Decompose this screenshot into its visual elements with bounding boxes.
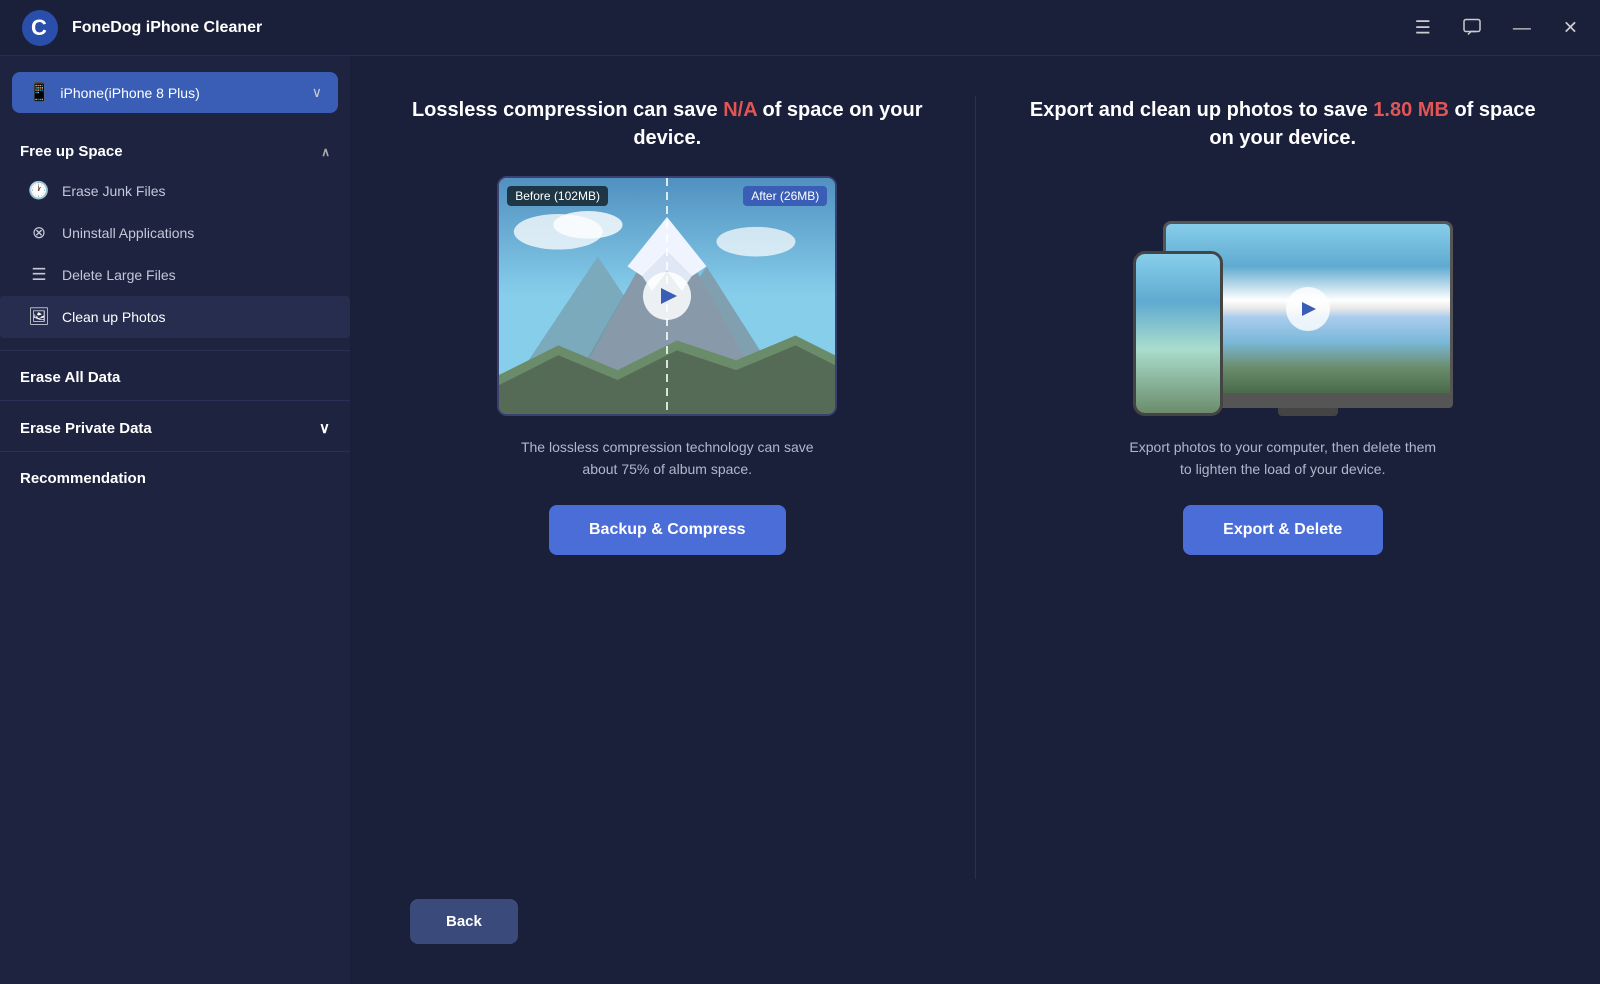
delete-large-label: Delete Large Files: [62, 267, 176, 283]
sidebar: 📱 iPhone(iPhone 8 Plus) ∨ Free up Space …: [0, 56, 350, 984]
sidebar-divider-2: [0, 400, 350, 401]
recommendation-label: Recommendation: [20, 470, 146, 487]
compress-headline-before: Lossless compression can save: [412, 99, 723, 121]
svg-text:C: C: [31, 15, 47, 40]
free-up-space-label: Free up Space: [20, 143, 123, 160]
export-headline: Export and clean up photos to save 1.80 …: [1026, 96, 1541, 152]
chat-button[interactable]: [1457, 13, 1487, 42]
clock-icon: 🕐: [28, 181, 50, 201]
laptop-stand: [1278, 408, 1338, 416]
export-play-button[interactable]: [1286, 287, 1330, 331]
title-bar: C FoneDog iPhone Cleaner ☰ — ✕: [0, 0, 1600, 56]
sidebar-item-erase-junk[interactable]: 🕐 Erase Junk Files: [0, 170, 350, 212]
uninstall-icon: ⊗: [28, 223, 50, 243]
sidebar-item-delete-large[interactable]: ☰ Delete Large Files: [0, 254, 350, 296]
clean-photos-label: Clean up Photos: [62, 309, 166, 325]
device-selector-left: 📱 iPhone(iPhone 8 Plus): [28, 82, 200, 103]
collapse-arrow-icon: ∧: [321, 145, 330, 159]
device-mockup: [1103, 176, 1463, 416]
compress-description: The lossless compression technology can …: [507, 436, 827, 481]
device-name: iPhone(iPhone 8 Plus): [60, 85, 199, 101]
minimize-button[interactable]: —: [1507, 13, 1537, 42]
compress-play-button[interactable]: [643, 272, 691, 320]
free-up-space-header[interactable]: Free up Space ∧: [0, 129, 350, 170]
sidebar-item-uninstall-apps[interactable]: ⊗ Uninstall Applications: [0, 212, 350, 254]
export-delete-button[interactable]: Export & Delete: [1183, 505, 1383, 555]
phone-mockup: [1133, 251, 1223, 416]
after-label: After (26MB): [743, 186, 827, 206]
sidebar-divider-3: [0, 451, 350, 452]
compress-highlight: N/A: [723, 99, 757, 121]
main-content: Lossless compression can save N/A of spa…: [350, 56, 1600, 984]
bottom-bar: Back: [410, 879, 1540, 954]
cards-row: Lossless compression can save N/A of spa…: [410, 96, 1540, 879]
menu-button[interactable]: ☰: [1409, 13, 1437, 42]
app-logo: C: [20, 8, 60, 48]
sidebar-item-clean-photos[interactable]: 🖼 Clean up Photos: [0, 296, 350, 338]
export-description: Export photos to your computer, then del…: [1123, 436, 1443, 481]
erase-private-data-label: Erase Private Data: [20, 420, 152, 437]
app-title: FoneDog iPhone Cleaner: [72, 19, 262, 37]
backup-compress-button[interactable]: Backup & Compress: [549, 505, 786, 555]
sidebar-divider-1: [0, 350, 350, 351]
phone-screen: [1136, 254, 1220, 413]
export-highlight: 1.80 MB: [1373, 99, 1449, 121]
app-body: 📱 iPhone(iPhone 8 Plus) ∨ Free up Space …: [0, 56, 1600, 984]
expand-arrow-icon: ∨: [319, 419, 330, 437]
sidebar-section-free-space: Free up Space ∧ 🕐 Erase Junk Files ⊗ Uni…: [0, 129, 350, 346]
erase-all-data-label: Erase All Data: [20, 369, 120, 386]
before-label: Before (102MB): [507, 186, 608, 206]
chevron-down-icon: ∨: [312, 84, 322, 101]
export-headline-before: Export and clean up photos to save: [1030, 99, 1373, 121]
erase-junk-label: Erase Junk Files: [62, 183, 165, 199]
card-separator: [975, 96, 976, 879]
uninstall-apps-label: Uninstall Applications: [62, 225, 194, 241]
list-icon: ☰: [28, 265, 50, 285]
device-selector[interactable]: 📱 iPhone(iPhone 8 Plus) ∨: [12, 72, 338, 113]
compression-comparison-box: Before (102MB) After (26MB): [497, 176, 837, 416]
phone-icon: 📱: [28, 82, 50, 103]
window-controls: ☰ — ✕: [1409, 13, 1584, 42]
close-button[interactable]: ✕: [1557, 13, 1584, 42]
erase-private-data-section[interactable]: Erase Private Data ∨: [0, 405, 350, 447]
photo-icon: 🖼: [28, 307, 50, 327]
erase-all-data-section[interactable]: Erase All Data: [0, 355, 350, 396]
back-button[interactable]: Back: [410, 899, 518, 944]
compress-card: Lossless compression can save N/A of spa…: [410, 96, 925, 879]
recommendation-section[interactable]: Recommendation: [0, 456, 350, 497]
export-card: Export and clean up photos to save 1.80 …: [1026, 96, 1541, 879]
compress-headline: Lossless compression can save N/A of spa…: [410, 96, 925, 152]
